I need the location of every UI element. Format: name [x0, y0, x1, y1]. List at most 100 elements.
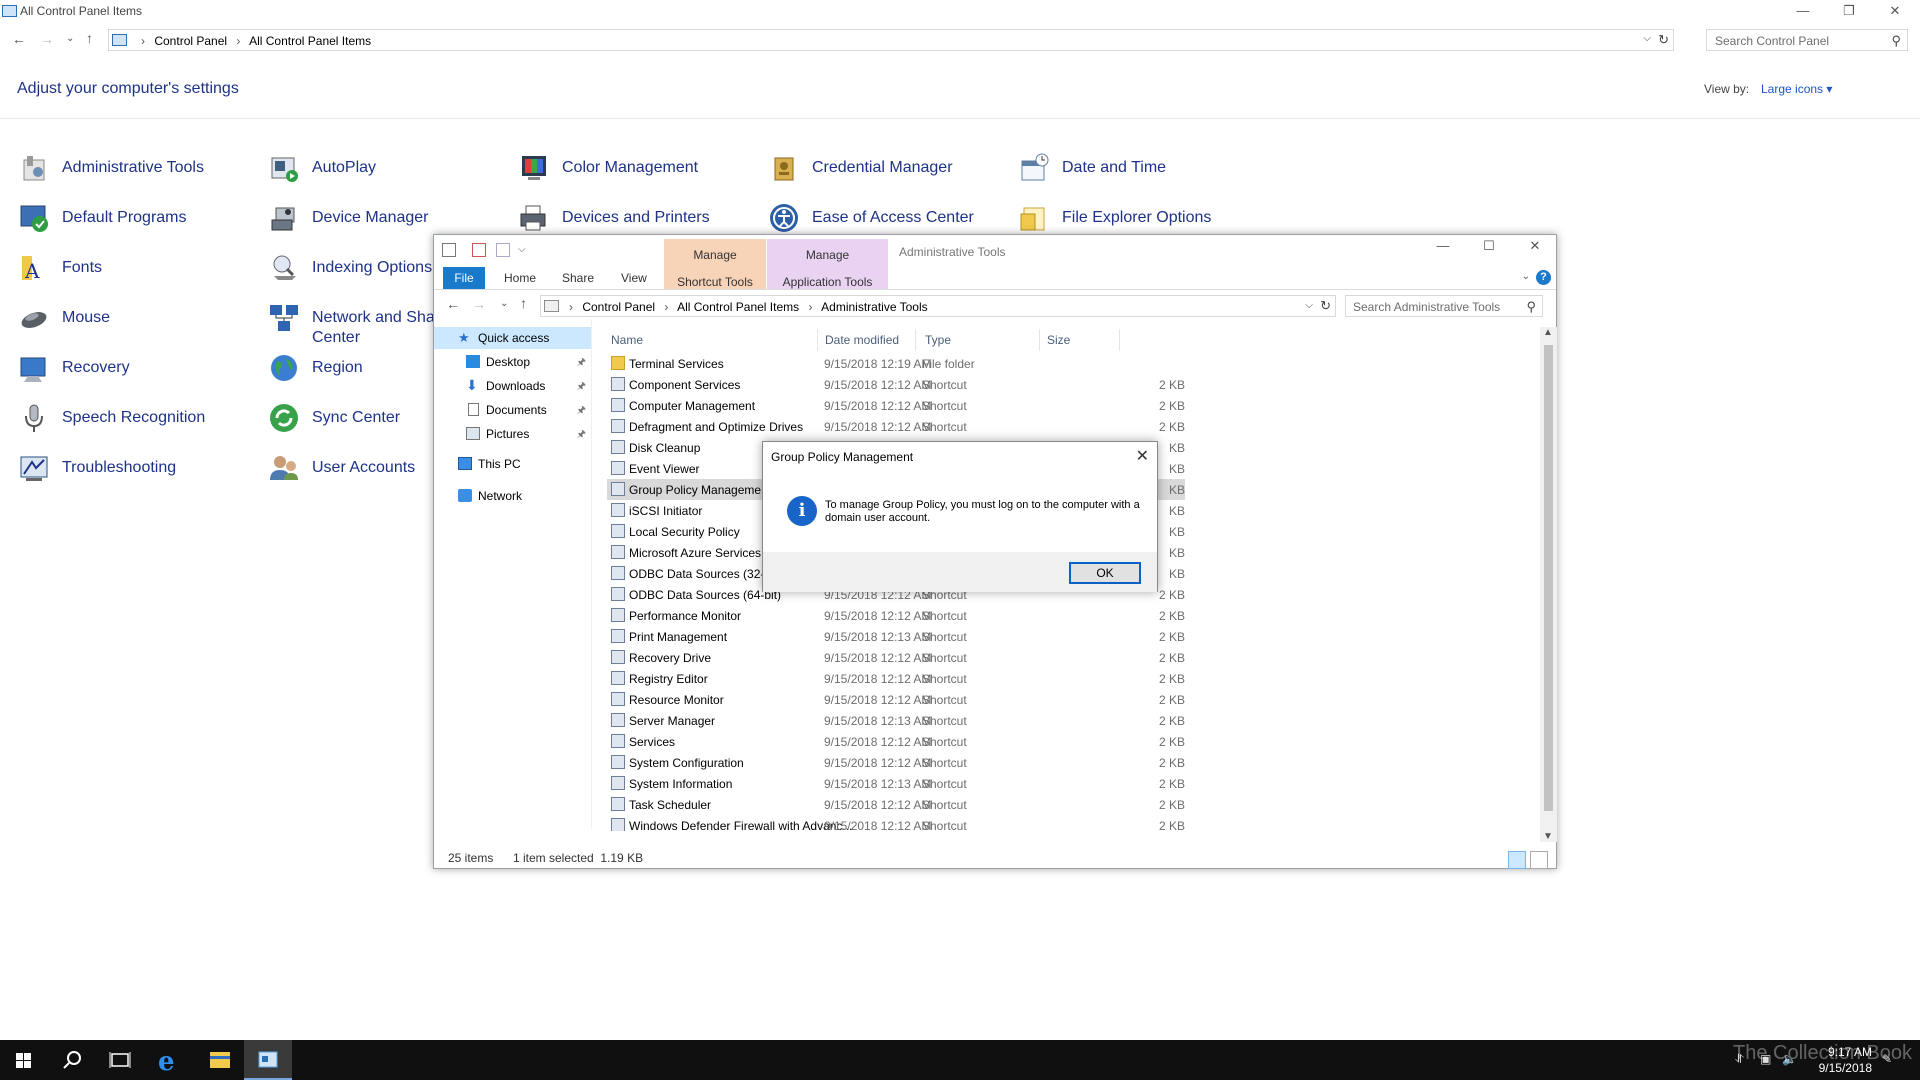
nav-item-this-pc[interactable]: This PC — [434, 453, 592, 475]
file-row[interactable]: System Configuration 9/15/2018 12:12 AM Sh… — [607, 752, 1185, 773]
breadcrumb-administrative-tools[interactable]: Administrative Tools — [821, 300, 928, 314]
task-view-button[interactable] — [96, 1040, 144, 1080]
breadcrumb-all-items[interactable]: All Control Panel Items — [677, 300, 799, 314]
checkmark-icon[interactable] — [472, 243, 486, 257]
file-row[interactable]: Services 9/15/2018 12:12 AM Shortcut 2 KB — [607, 731, 1185, 752]
minimize-button[interactable]: — — [1780, 0, 1826, 22]
up-arrow-icon[interactable]: ↑ — [86, 30, 93, 46]
search-taskbar-button[interactable] — [48, 1040, 96, 1080]
scrollbar-thumb[interactable] — [1544, 345, 1553, 811]
close-icon[interactable]: ✕ — [1136, 446, 1149, 466]
file-row[interactable]: System Information 9/15/2018 12:13 AM Shor… — [607, 773, 1185, 794]
notifications-icon[interactable]: ✎ — [1882, 1052, 1892, 1066]
search-input[interactable]: Search Control Panel ⚲ — [1706, 29, 1908, 51]
nav-item-pictures[interactable]: Pictures 🖈 — [434, 423, 592, 445]
properties-icon[interactable] — [442, 243, 456, 257]
tab-file[interactable]: File — [443, 267, 485, 289]
file-date-modified: 9/15/2018 12:12 AM — [824, 651, 932, 665]
file-size: 2 KB — [1158, 651, 1185, 665]
file-row[interactable]: Registry Editor 9/15/2018 12:12 AM Shortcu… — [607, 668, 1185, 689]
file-row[interactable]: Server Manager 9/15/2018 12:13 AM Shortcut… — [607, 710, 1185, 731]
ok-button[interactable]: OK — [1069, 562, 1141, 584]
refresh-icon[interactable]: ↻ — [1320, 298, 1331, 314]
file-row[interactable]: Resource Monitor 9/15/2018 12:12 AM Shortc… — [607, 689, 1185, 710]
tab-view[interactable]: View — [621, 271, 647, 285]
back-arrow-icon[interactable]: ← — [12, 31, 26, 47]
file-row[interactable]: Task Scheduler 9/15/2018 12:12 AM Shortcut… — [607, 794, 1185, 815]
nav-item-downloads[interactable]: ⬇ Downloads 🖈 — [434, 375, 592, 397]
file-row[interactable]: Component Services 9/15/2018 12:12 AM Shor… — [607, 374, 1185, 395]
help-icon[interactable]: ? — [1536, 270, 1551, 285]
nav-item-network[interactable]: Network — [434, 485, 592, 507]
expand-ribbon-icon[interactable]: ⌄ — [1522, 271, 1530, 282]
recent-locations-icon[interactable]: ⌄ — [66, 33, 74, 44]
column-header-size[interactable]: Size — [1047, 333, 1070, 347]
file-row[interactable]: Terminal Services 9/15/2018 12:19 AM File … — [607, 353, 1185, 374]
clock[interactable]: 9:17 AM 9/15/2018 — [1819, 1044, 1872, 1076]
up-arrow-icon[interactable]: ↑ — [520, 295, 527, 311]
window-title: Administrative Tools — [899, 245, 1006, 259]
file-row[interactable]: Recovery Drive 9/15/2018 12:12 AM Shortcut… — [607, 647, 1185, 668]
pin-icon[interactable]: 🖈 — [577, 403, 586, 420]
file-row[interactable]: Defragment and Optimize Drives 9/15/2018 … — [607, 416, 1185, 437]
refresh-icon[interactable]: ↻ — [1658, 32, 1669, 48]
breadcrumb-all-items[interactable]: All Control Panel Items — [249, 34, 371, 48]
credential-manager-icon — [774, 157, 794, 181]
navigation-pane: ★ Quick access Desktop 🖈 ⬇ Downloads 🖈 D… — [434, 327, 592, 827]
chevron-down-icon[interactable]: ⌵ — [1643, 33, 1651, 44]
close-button[interactable]: ✕ — [1512, 235, 1558, 257]
nav-item-quick-access[interactable]: ★ Quick access — [434, 327, 592, 349]
column-divider[interactable] — [817, 329, 818, 351]
view-by-dropdown[interactable]: Large icons ▾ — [1761, 82, 1832, 96]
customize-toolbar-icon[interactable]: ⌵ — [518, 244, 526, 255]
vertical-scrollbar[interactable]: ▲ ▼ — [1540, 327, 1557, 842]
column-header-name[interactable]: Name — [611, 333, 643, 347]
breadcrumb-control-panel[interactable]: Control Panel — [154, 34, 227, 48]
nav-item-desktop[interactable]: Desktop 🖈 — [434, 351, 592, 373]
address-bar[interactable]: › Control Panel › All Control Panel Item… — [108, 29, 1674, 51]
forward-arrow-icon[interactable]: → — [40, 31, 54, 47]
search-input[interactable]: Search Administrative Tools ⚲ — [1345, 295, 1543, 317]
file-name: ODBC Data Sources (64-bit) — [629, 588, 782, 602]
maximize-button[interactable]: ☐ — [1466, 235, 1512, 257]
breadcrumb-control-panel[interactable]: Control Panel — [582, 300, 655, 314]
file-row[interactable]: Windows Defender Firewall with Advanc...… — [607, 815, 1185, 831]
scroll-down-icon[interactable]: ▼ — [1543, 831, 1553, 842]
file-row[interactable]: Performance Monitor 9/15/2018 12:12 AM Sho… — [607, 605, 1185, 626]
details-view-icon[interactable] — [1508, 851, 1526, 869]
minimize-button[interactable]: — — [1420, 235, 1466, 257]
internet-explorer-button[interactable]: e — [144, 1040, 192, 1080]
control-panel-taskbar-button[interactable] — [244, 1040, 292, 1080]
forward-arrow-icon[interactable]: → — [472, 296, 486, 312]
tab-share[interactable]: Share — [562, 271, 594, 285]
file-explorer-button[interactable] — [196, 1040, 244, 1080]
chevron-down-icon[interactable]: ⌵ — [1305, 300, 1313, 311]
column-header-type[interactable]: Type — [925, 333, 951, 347]
nav-item-documents[interactable]: Documents 🖈 — [434, 399, 592, 421]
address-bar[interactable]: › Control Panel › All Control Panel Item… — [540, 295, 1336, 317]
file-row[interactable]: Print Management 9/15/2018 12:13 AM Shortc… — [607, 626, 1185, 647]
close-button[interactable]: ✕ — [1872, 0, 1918, 22]
column-header-date-modified[interactable]: Date modified — [825, 333, 899, 347]
pin-icon[interactable]: 🖈 — [577, 379, 586, 396]
recent-locations-icon[interactable]: ⌄ — [500, 298, 508, 309]
file-size: 2 KB — [1158, 378, 1185, 392]
scroll-up-icon[interactable]: ▲ — [1543, 327, 1553, 338]
volume-icon[interactable]: 🔈 — [1782, 1052, 1797, 1066]
pin-icon[interactable]: 🖈 — [577, 427, 586, 444]
column-divider[interactable] — [1039, 329, 1040, 351]
people-icon[interactable]: ⥯ — [1735, 1052, 1744, 1067]
start-button[interactable] — [0, 1040, 48, 1080]
new-folder-icon[interactable] — [496, 243, 510, 257]
restore-button[interactable]: ❐ — [1826, 0, 1872, 22]
back-arrow-icon[interactable]: ← — [446, 296, 460, 312]
column-divider[interactable] — [915, 329, 916, 351]
computer-icon — [458, 457, 472, 470]
tab-home[interactable]: Home — [504, 271, 536, 285]
column-divider[interactable] — [1119, 329, 1120, 351]
file-row[interactable]: Computer Management 9/15/2018 12:12 AM Sho… — [607, 395, 1185, 416]
large-icons-view-icon[interactable] — [1530, 851, 1548, 869]
shortcut-icon — [611, 503, 625, 517]
network-tray-icon[interactable]: ▣ — [1760, 1052, 1771, 1066]
pin-icon[interactable]: 🖈 — [577, 355, 586, 372]
